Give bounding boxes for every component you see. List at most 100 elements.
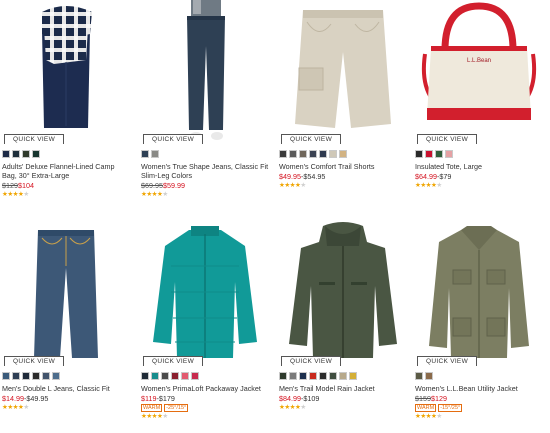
color-swatch[interactable] [22, 150, 30, 158]
product-image[interactable]: QUICK VIEW [279, 222, 407, 366]
regular-price: -$54.95 [300, 172, 326, 181]
color-swatch[interactable] [2, 150, 10, 158]
product-image[interactable]: QUICK VIEW [141, 0, 269, 144]
product-price: $69.95$59.99 [141, 181, 269, 190]
product-grid: QUICK VIEW Adults' Deluxe Flannel-Lined … [0, 0, 550, 433]
color-swatch[interactable] [329, 372, 337, 380]
color-swatch[interactable] [425, 372, 433, 380]
product-name[interactable]: Men's Double L Jeans, Classic Fit [2, 384, 130, 393]
color-swatch[interactable] [279, 372, 287, 380]
star-icon: ★ [436, 182, 442, 189]
color-swatch[interactable] [12, 372, 20, 380]
quick-view-button[interactable]: QUICK VIEW [4, 134, 65, 144]
star-icon: ★ [162, 413, 168, 420]
color-swatches [415, 372, 543, 380]
regular-price: -$49.95 [23, 394, 49, 403]
product-image[interactable]: L.L.Bean QUICK VIEW [415, 0, 543, 144]
color-swatch[interactable] [22, 372, 30, 380]
product-image[interactable]: QUICK VIEW [279, 0, 407, 144]
original-price: $159 [415, 394, 431, 403]
warmth-range: -25°/15° [164, 404, 189, 412]
product-image[interactable]: QUICK VIEW [141, 222, 269, 366]
color-swatch[interactable] [309, 372, 317, 380]
color-swatch[interactable] [151, 150, 159, 158]
color-swatch[interactable] [339, 372, 347, 380]
product-price: $119-$179 [141, 394, 269, 403]
product-name[interactable]: Adults' Deluxe Flannel-Lined Camp Bag, 3… [2, 162, 130, 180]
color-swatch[interactable] [299, 372, 307, 380]
product-name[interactable]: Women's True Shape Jeans, Classic Fit Sl… [141, 162, 269, 180]
color-swatch[interactable] [415, 150, 423, 158]
product-name[interactable]: Women's PrimaLoft Packaway Jacket [141, 384, 269, 393]
color-swatch[interactable] [191, 372, 199, 380]
original-price: $69.95 [141, 181, 163, 190]
warmth-badge: WARM [415, 404, 437, 412]
color-swatch[interactable] [349, 372, 357, 380]
product-image[interactable]: QUICK VIEW [2, 0, 130, 144]
warmth-range: -15°/25° [438, 404, 463, 412]
quick-view-button[interactable]: QUICK VIEW [281, 356, 342, 366]
product-name[interactable]: Women's L.L.Bean Utility Jacket [415, 384, 543, 393]
color-swatch[interactable] [12, 150, 20, 158]
product-card[interactable]: QUICK VIEW Men's Trail Model Rain Jacket… [279, 222, 407, 412]
product-price: $159$129 [415, 394, 543, 403]
product-card[interactable]: QUICK VIEW Men's Double L Jeans, Classic… [2, 222, 130, 412]
color-swatch[interactable] [415, 372, 423, 380]
quick-view-button[interactable]: QUICK VIEW [4, 356, 65, 366]
quick-view-button[interactable]: QUICK VIEW [281, 134, 342, 144]
color-swatches [2, 150, 130, 158]
color-swatch[interactable] [435, 150, 443, 158]
product-card[interactable]: QUICK VIEW Women's PrimaLoft Packaway Ja… [141, 222, 269, 421]
rating-stars: ★★★★★ [141, 413, 269, 421]
product-name[interactable]: Men's Trail Model Rain Jacket [279, 384, 407, 393]
color-swatch[interactable] [425, 150, 433, 158]
rating-stars: ★★★★★ [279, 182, 407, 190]
product-price: $14.99-$49.95 [2, 394, 130, 403]
color-swatch[interactable] [299, 150, 307, 158]
color-swatch[interactable] [329, 150, 337, 158]
color-swatch[interactable] [445, 150, 453, 158]
star-icon: ★ [300, 182, 306, 189]
color-swatch[interactable] [289, 372, 297, 380]
quick-view-button[interactable]: QUICK VIEW [143, 356, 204, 366]
color-swatch[interactable] [319, 372, 327, 380]
color-swatch[interactable] [141, 150, 149, 158]
sale-price: $104 [18, 181, 34, 190]
product-card[interactable]: L.L.Bean QUICK VIEW Insulated Tote, Larg… [415, 0, 543, 190]
color-swatch[interactable] [171, 372, 179, 380]
color-swatch[interactable] [2, 372, 10, 380]
warmth-rating: WARM -15°/25° [415, 403, 543, 412]
color-swatch[interactable] [319, 150, 327, 158]
color-swatch[interactable] [289, 150, 297, 158]
warmth-rating: WARM -25°/15° [141, 403, 269, 412]
regular-price: -$79 [436, 172, 452, 181]
product-image[interactable]: QUICK VIEW [415, 222, 543, 366]
color-swatch[interactable] [32, 150, 40, 158]
product-card[interactable]: QUICK VIEW Women's Comfort Trail Shorts … [279, 0, 407, 190]
quick-view-button[interactable]: QUICK VIEW [417, 134, 478, 144]
sale-price: $59.99 [162, 181, 185, 190]
color-swatch[interactable] [161, 372, 169, 380]
original-price: $129 [2, 181, 18, 190]
product-name[interactable]: Insulated Tote, Large [415, 162, 543, 171]
color-swatch[interactable] [309, 150, 317, 158]
color-swatch[interactable] [339, 150, 347, 158]
product-card[interactable]: QUICK VIEW Women's True Shape Jeans, Cla… [141, 0, 269, 199]
color-swatch[interactable] [181, 372, 189, 380]
product-card[interactable]: QUICK VIEW Women's L.L.Bean Utility Jack… [415, 222, 543, 421]
product-name[interactable]: Women's Comfort Trail Shorts [279, 162, 407, 171]
color-swatch[interactable] [141, 372, 149, 380]
quick-view-button[interactable]: QUICK VIEW [143, 134, 204, 144]
product-price: $129$104 [2, 181, 130, 190]
rating-stars: ★★★★★ [279, 404, 407, 412]
color-swatch[interactable] [52, 372, 60, 380]
product-image[interactable]: QUICK VIEW [2, 222, 130, 366]
product-card[interactable]: QUICK VIEW Adults' Deluxe Flannel-Lined … [2, 0, 130, 199]
color-swatch[interactable] [42, 372, 50, 380]
color-swatch[interactable] [151, 372, 159, 380]
quick-view-button[interactable]: QUICK VIEW [417, 356, 478, 366]
color-swatch[interactable] [279, 150, 287, 158]
star-icon: ★ [162, 191, 168, 198]
color-swatches [141, 372, 269, 380]
color-swatch[interactable] [32, 372, 40, 380]
